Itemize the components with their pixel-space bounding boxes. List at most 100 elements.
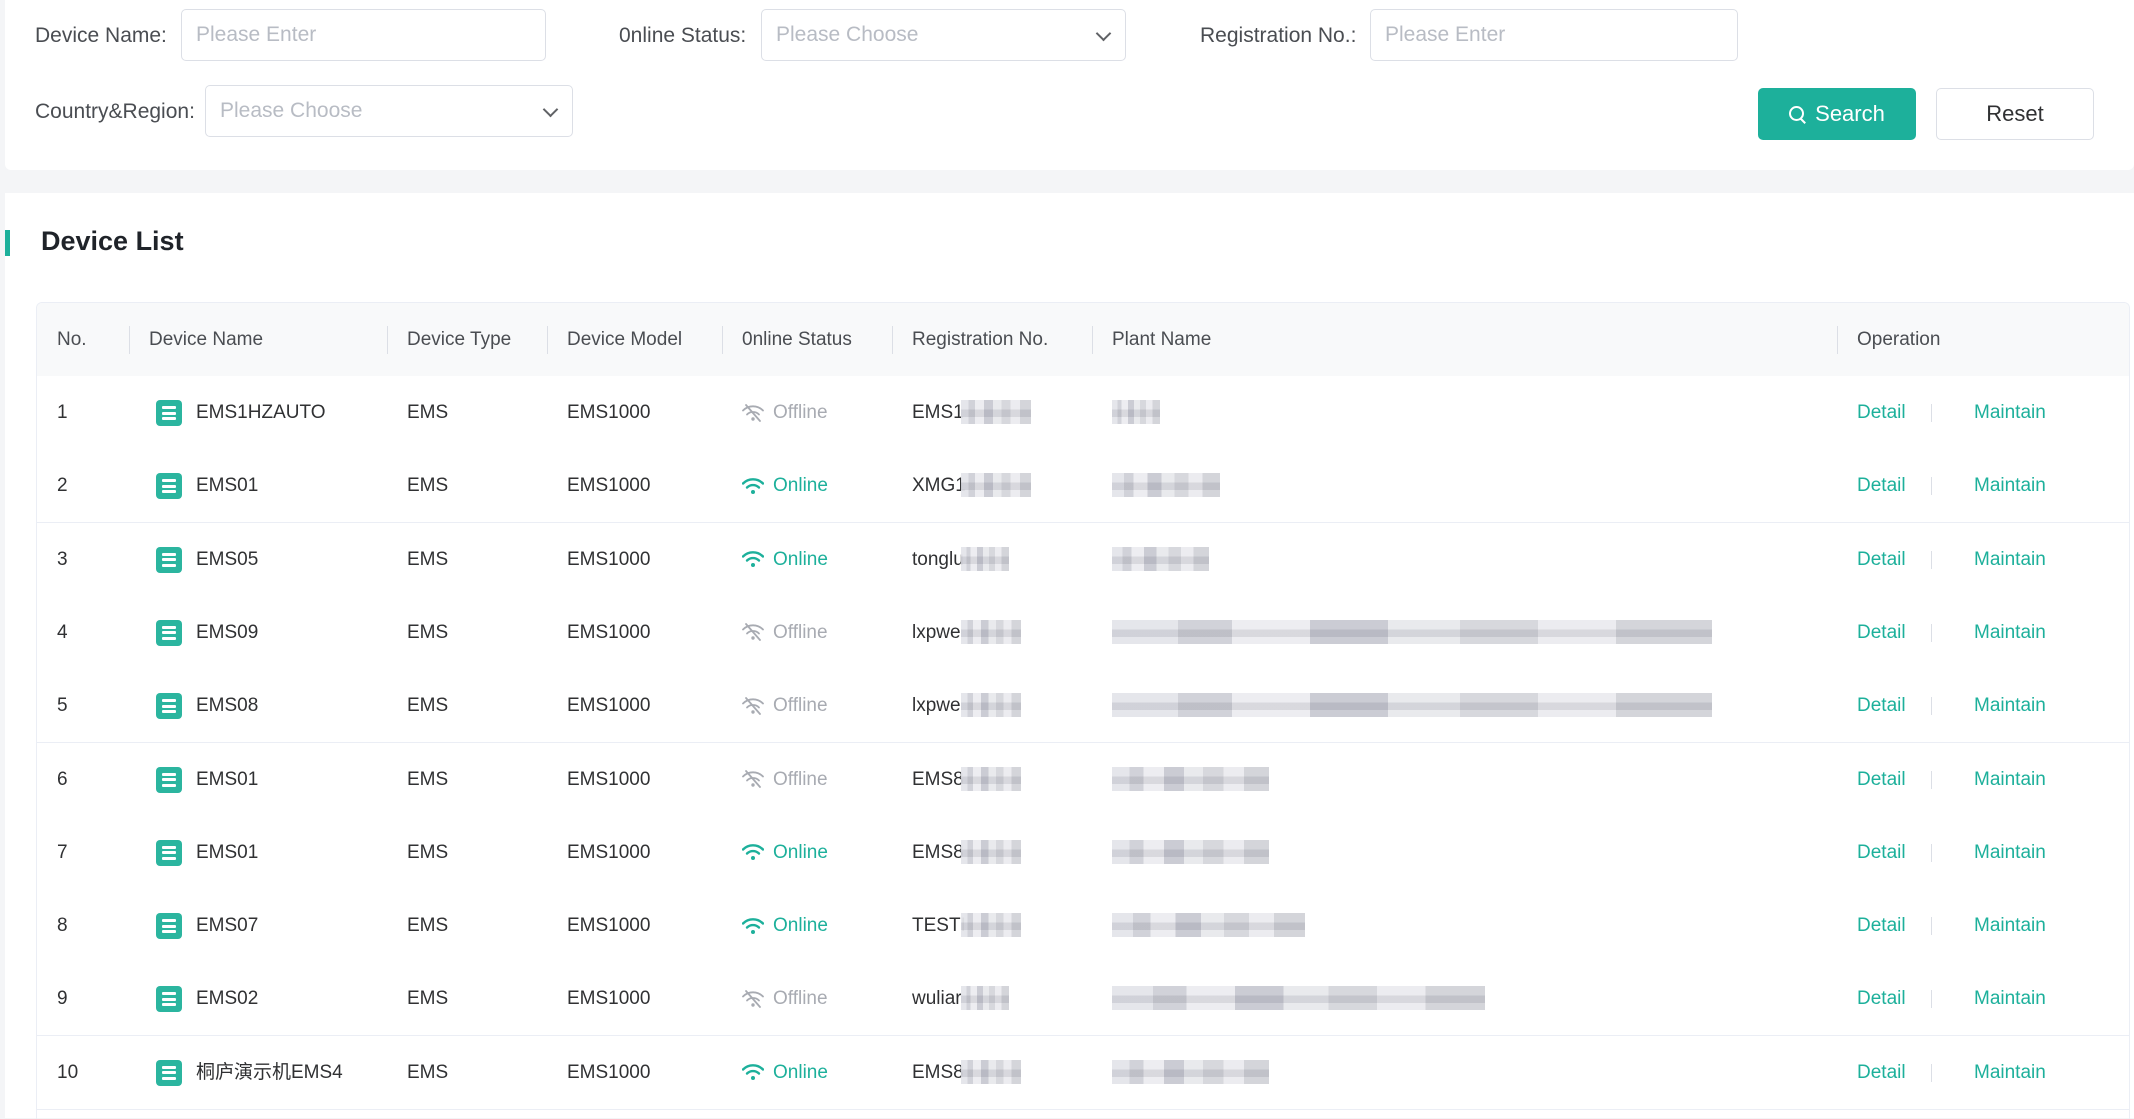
online-status-placeholder: Please Choose	[776, 23, 919, 46]
country-region-select[interactable]: Please Choose	[205, 85, 573, 137]
online-status-select[interactable]: Please Choose	[761, 9, 1126, 61]
maintain-link[interactable]: Maintain	[1974, 889, 2046, 962]
registration-number: EMS8	[912, 1061, 964, 1083]
maintain-link[interactable]: Maintain	[1974, 1036, 2046, 1109]
wifi-off-icon	[742, 403, 764, 422]
registration-number: lxpwe	[912, 695, 961, 717]
detail-link[interactable]: Detail	[1857, 889, 1906, 962]
device-table: No. Device Name Device Type Device Model…	[36, 302, 2130, 1119]
row-number: 3	[57, 548, 68, 570]
column-header-registration: Registration No.	[912, 329, 1049, 350]
device-list-icon	[156, 839, 182, 866]
operation-divider	[1931, 770, 1932, 789]
device-model: EMS1000	[567, 988, 651, 1010]
row-number: 10	[57, 1061, 79, 1083]
device-name[interactable]: EMS07	[196, 889, 258, 962]
redacted-plant-name	[1112, 546, 1209, 571]
column-divider	[387, 326, 388, 354]
device-type: EMS	[407, 768, 449, 790]
maintain-link[interactable]: Maintain	[1974, 596, 2046, 669]
column-header-device-model: Device Model	[567, 329, 683, 350]
device-list-title: Device List	[41, 226, 184, 256]
device-model: EMS1000	[567, 841, 651, 863]
device-name-input[interactable]: Please Enter	[181, 9, 546, 61]
device-model: EMS1000	[567, 1061, 651, 1083]
search-button[interactable]: Search	[1758, 88, 1916, 140]
device-name[interactable]: 桐庐演示机EMS4	[196, 1036, 343, 1109]
detail-link[interactable]: Detail	[1857, 376, 1906, 449]
redacted-plant-name	[1112, 1059, 1269, 1084]
device-model: EMS1000	[567, 621, 651, 643]
maintain-link[interactable]: Maintain	[1974, 962, 2046, 1035]
maintain-link[interactable]: Maintain	[1974, 816, 2046, 889]
registration-number: tonglu	[912, 548, 964, 570]
detail-link[interactable]: Detail	[1857, 1036, 1906, 1109]
redacted-plant-name	[1112, 473, 1220, 498]
device-name[interactable]: EMS05	[196, 523, 258, 596]
registration-input[interactable]: Please Enter	[1370, 9, 1738, 61]
device-name[interactable]: EMS01	[196, 449, 258, 522]
online-status-text: Offline	[773, 695, 828, 717]
table-row: 4 EMS09 EMS EMS1000 Offline lxpwe Detail Mainta…	[37, 595, 2129, 670]
device-list-icon	[156, 473, 182, 500]
column-divider	[722, 326, 723, 354]
maintain-link[interactable]: Maintain	[1974, 669, 2046, 742]
device-type: EMS	[407, 548, 449, 570]
registration-number: EMS1	[912, 402, 964, 423]
country-region-label: Country&Region:	[35, 100, 195, 123]
detail-link[interactable]: Detail	[1857, 596, 1906, 669]
table-row: 6 EMS01 EMS EMS1000 Offline EMS8 Detail Maintai…	[37, 742, 2129, 817]
device-name[interactable]: EMS09	[196, 596, 258, 669]
table-row: 10 桐庐演示机EMS4 EMS EMS1000 Online EMS8 Detail Mai…	[37, 1035, 2129, 1110]
device-model: EMS1000	[567, 402, 651, 423]
detail-link[interactable]: Detail	[1857, 523, 1906, 596]
operation-divider	[1931, 990, 1932, 1009]
column-header-operation: Operation	[1857, 329, 1941, 350]
device-name[interactable]: EMS01	[196, 816, 258, 889]
search-button-label: Search	[1815, 101, 1885, 126]
column-divider	[129, 326, 130, 354]
maintain-link[interactable]: Maintain	[1974, 376, 2046, 449]
operation-divider	[1931, 550, 1932, 569]
row-number: 9	[57, 988, 68, 1010]
registration-number: EMS8	[912, 841, 964, 863]
wifi-off-icon	[742, 770, 764, 788]
redacted-registration	[961, 913, 1021, 938]
table-row: 1 EMS1HZAUTO EMS EMS1000 Offline EMS1 Detail Ma…	[37, 376, 2129, 450]
redacted-plant-name	[1112, 619, 1712, 644]
detail-link[interactable]: Detail	[1857, 816, 1906, 889]
device-name[interactable]: EMS02	[196, 962, 258, 1035]
redacted-plant-name	[1112, 913, 1305, 938]
filter-panel: Device Name: Please Enter 0nline Status:…	[5, 0, 2134, 170]
online-status: Online	[742, 889, 828, 962]
row-number: 6	[57, 768, 68, 790]
maintain-link[interactable]: Maintain	[1974, 523, 2046, 596]
row-number: 1	[57, 402, 68, 423]
device-name[interactable]: EMS08	[196, 669, 258, 742]
redacted-registration	[961, 400, 1031, 424]
device-model: EMS1000	[567, 475, 651, 497]
device-type: EMS	[407, 1061, 449, 1083]
device-list-icon	[156, 546, 182, 573]
device-name-label: Device Name:	[35, 24, 167, 47]
device-list-panel: Device List No. Device Name Device Type …	[5, 193, 2134, 1119]
redacted-registration	[961, 546, 1009, 571]
detail-link[interactable]: Detail	[1857, 449, 1906, 522]
online-status: Offline	[742, 596, 828, 669]
operation-divider	[1931, 477, 1932, 496]
reset-button[interactable]: Reset	[1936, 88, 2094, 140]
device-name[interactable]: EMS1HZAUTO	[196, 376, 326, 449]
table-row: 7 EMS01 EMS EMS1000 Online EMS8 Detail Maintain	[37, 815, 2129, 890]
maintain-link[interactable]: Maintain	[1974, 743, 2046, 816]
device-type: EMS	[407, 621, 449, 643]
operation-divider	[1931, 623, 1932, 642]
device-name[interactable]: EMS01	[196, 743, 258, 816]
detail-link[interactable]: Detail	[1857, 962, 1906, 1035]
maintain-link[interactable]: Maintain	[1974, 449, 2046, 522]
registration-label: Registration No.:	[1200, 24, 1357, 47]
detail-link[interactable]: Detail	[1857, 743, 1906, 816]
registration-number: TESTI	[912, 915, 966, 937]
row-number: 4	[57, 621, 68, 643]
detail-link[interactable]: Detail	[1857, 669, 1906, 742]
row-number: 7	[57, 841, 68, 863]
